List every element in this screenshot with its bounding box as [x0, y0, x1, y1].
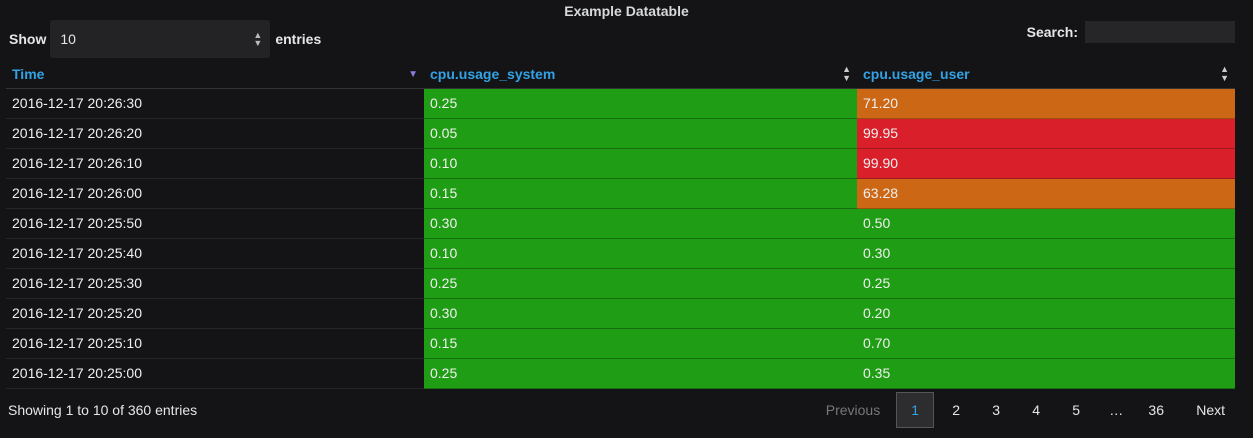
table-row: 2016-12-17 20:26:10 0.10 99.90 [6, 148, 1235, 179]
column-header-label: cpu.usage_system [430, 65, 556, 82]
cell-time: 2016-12-17 20:26:20 [6, 118, 424, 149]
page-button-3[interactable]: 3 [976, 392, 1016, 428]
pagination: Previous 1 2 3 4 5 … 36 Next [810, 392, 1239, 428]
page-button-36[interactable]: 36 [1136, 392, 1176, 428]
table-row: 2016-12-17 20:25:20 0.30 0.20 [6, 298, 1235, 329]
entries-select[interactable]: 10 ▲ ▼ [50, 20, 271, 58]
cell-cpu-usage-user: 0.25 [857, 268, 1235, 299]
page-button-5[interactable]: 5 [1056, 392, 1096, 428]
cell-time: 2016-12-17 20:25:10 [6, 328, 424, 359]
column-header-time[interactable]: Time ▼ [6, 60, 424, 89]
table-row: 2016-12-17 20:25:10 0.15 0.70 [6, 328, 1235, 359]
length-control: Show 10 ▲ ▼ entries [9, 20, 321, 58]
cell-cpu-usage-user: 99.95 [857, 118, 1235, 149]
table-header-row: Time ▼ cpu.usage_system ▲ ▼ cpu.usage_use… [6, 60, 1235, 89]
show-label: Show [9, 31, 47, 47]
cell-cpu-usage-user: 0.70 [857, 328, 1235, 359]
cell-time: 2016-12-17 20:25:50 [6, 208, 424, 239]
cell-cpu-usage-system: 0.25 [424, 358, 857, 389]
cell-time: 2016-12-17 20:25:20 [6, 298, 424, 329]
cell-cpu-usage-system: 0.30 [424, 208, 857, 239]
cell-time: 2016-12-17 20:26:00 [6, 178, 424, 209]
datatable-panel: Example Datatable Show 10 ▲ ▼ entries Sea… [0, 0, 1253, 438]
table-row: 2016-12-17 20:26:20 0.05 99.95 [6, 118, 1235, 149]
cell-cpu-usage-system: 0.25 [424, 268, 857, 299]
sort-both-icon: ▲ ▼ [842, 64, 851, 83]
column-header-cpu-usage-user[interactable]: cpu.usage_user ▲ ▼ [857, 60, 1235, 89]
cell-time: 2016-12-17 20:25:00 [6, 358, 424, 389]
page-button-2[interactable]: 2 [936, 392, 976, 428]
cell-cpu-usage-system: 0.05 [424, 118, 857, 149]
table-row: 2016-12-17 20:26:00 0.15 63.28 [6, 178, 1235, 209]
table-row: 2016-12-17 20:26:30 0.25 71.20 [6, 88, 1235, 119]
cell-cpu-usage-user: 0.35 [857, 358, 1235, 389]
page-ellipsis: … [1109, 402, 1124, 418]
search-input[interactable] [1085, 21, 1235, 43]
cell-time: 2016-12-17 20:25:30 [6, 268, 424, 299]
cell-cpu-usage-system: 0.10 [424, 148, 857, 179]
cell-time: 2016-12-17 20:26:10 [6, 148, 424, 179]
cell-cpu-usage-system: 0.15 [424, 328, 857, 359]
cell-cpu-usage-user: 0.50 [857, 208, 1235, 239]
search-label: Search: [1026, 24, 1078, 40]
cell-cpu-usage-user: 0.20 [857, 298, 1235, 329]
next-page-button[interactable]: Next [1176, 392, 1239, 428]
cell-cpu-usage-user: 0.30 [857, 238, 1235, 269]
column-header-cpu-usage-system[interactable]: cpu.usage_system ▲ ▼ [424, 60, 857, 89]
cell-cpu-usage-system: 0.25 [424, 88, 857, 119]
cell-cpu-usage-user: 99.90 [857, 148, 1235, 179]
entries-select-value: 10 [60, 31, 76, 47]
page-button-4[interactable]: 4 [1016, 392, 1056, 428]
cell-time: 2016-12-17 20:26:30 [6, 88, 424, 119]
cell-cpu-usage-user: 63.28 [857, 178, 1235, 209]
cell-cpu-usage-system: 0.30 [424, 298, 857, 329]
column-header-label: Time [12, 65, 45, 82]
column-header-label: cpu.usage_user [863, 65, 970, 82]
cell-cpu-usage-system: 0.15 [424, 178, 857, 209]
select-arrows-icon: ▲ ▼ [253, 30, 263, 48]
previous-page-button[interactable]: Previous [810, 392, 896, 428]
cell-cpu-usage-user: 71.20 [857, 88, 1235, 119]
search-control: Search: [1027, 20, 1235, 44]
table-body: 2016-12-17 20:26:30 0.25 71.20 2016-12-17 2… [6, 88, 1235, 389]
table-row: 2016-12-17 20:25:30 0.25 0.25 [6, 268, 1235, 299]
sort-both-icon: ▲ ▼ [1220, 64, 1229, 83]
entries-label: entries [275, 31, 322, 47]
table-row: 2016-12-17 20:25:40 0.10 0.30 [6, 238, 1235, 269]
data-table: Time ▼ cpu.usage_system ▲ ▼ cpu.usage_use… [6, 60, 1235, 389]
table-info: Showing 1 to 10 of 360 entries [8, 402, 198, 418]
cell-time: 2016-12-17 20:25:40 [6, 238, 424, 269]
cell-cpu-usage-system: 0.10 [424, 238, 857, 269]
page-button-1[interactable]: 1 [896, 392, 935, 428]
panel-title: Example Datatable [564, 3, 689, 19]
table-row: 2016-12-17 20:25:00 0.25 0.35 [6, 358, 1235, 389]
sort-descending-icon: ▼ [408, 69, 418, 80]
table-row: 2016-12-17 20:25:50 0.30 0.50 [6, 208, 1235, 239]
